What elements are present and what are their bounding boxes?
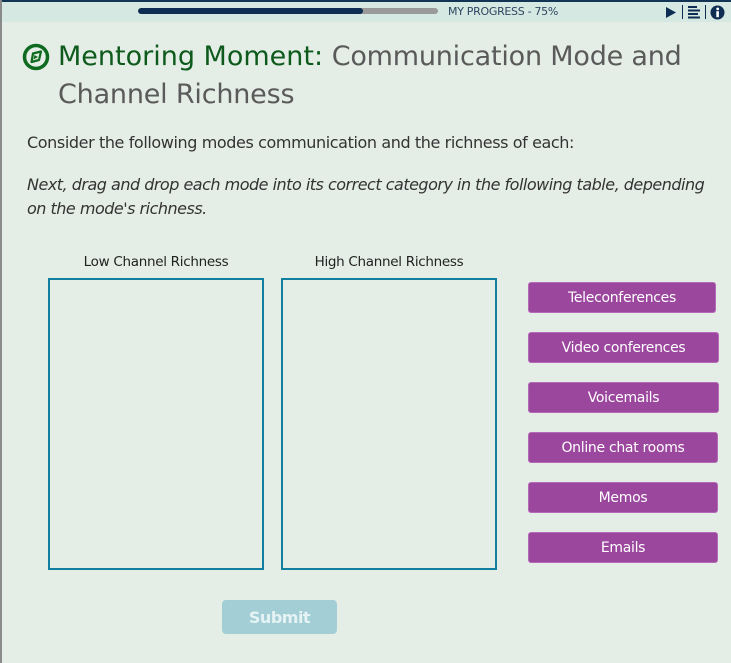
play-icon (666, 6, 676, 18)
low-richness-label: Low Channel Richness (83, 254, 229, 270)
drag-item-emails[interactable]: Emails (528, 532, 718, 563)
drag-item-video-conferences[interactable]: Video conferences (528, 332, 719, 363)
progress-bar-fill (138, 8, 363, 14)
progress-label: MY PROGRESS - 75% (448, 5, 559, 18)
title-prefix: Mentoring Moment: (58, 41, 324, 72)
drag-item-online-chat-rooms[interactable]: Online chat rooms (528, 432, 718, 463)
play-button[interactable] (663, 4, 679, 20)
info-button[interactable] (709, 4, 725, 20)
intro-text: Consider the following modes communicati… (27, 133, 575, 152)
window-left-border (0, 0, 2, 663)
page-title: Mentoring Moment: Communication Mode and… (22, 38, 712, 114)
compass-icon (22, 43, 50, 71)
toolbar-icons (663, 4, 725, 20)
drag-item-memos[interactable]: Memos (528, 482, 718, 513)
top-bar: MY PROGRESS - 75% (2, 0, 731, 22)
toolbar-divider (705, 5, 706, 19)
menu-button[interactable] (686, 4, 702, 20)
info-icon (710, 5, 724, 19)
high-richness-dropzone[interactable] (281, 278, 497, 570)
drag-item-teleconferences[interactable]: Teleconferences (528, 282, 716, 313)
low-richness-dropzone[interactable] (48, 278, 264, 570)
drag-item-voicemails[interactable]: Voicemails (528, 382, 719, 413)
menu-icon (688, 6, 700, 19)
instructions-text: Next, drag and drop each mode into its c… (27, 175, 705, 218)
submit-button[interactable]: Submit (222, 600, 337, 634)
toolbar-divider (682, 5, 683, 19)
progress-bar (138, 8, 438, 14)
high-richness-label: High Channel Richness (314, 254, 464, 270)
